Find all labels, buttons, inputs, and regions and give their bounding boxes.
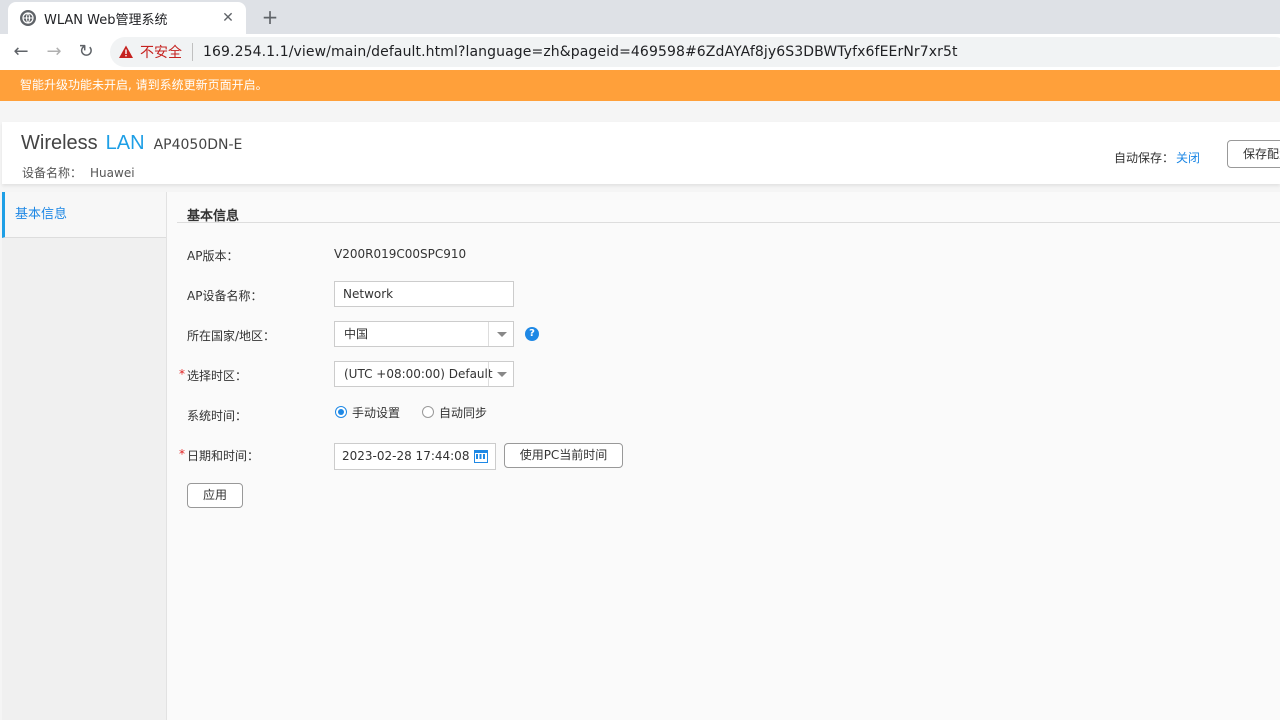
address-bar[interactable]: 不安全 169.254.1.1/view/main/default.html?l…	[110, 37, 1280, 67]
brand-logo: Wireless LAN AP4050DN-E	[21, 132, 242, 155]
device-name-value: Huawei	[90, 166, 135, 180]
back-icon[interactable]: ←	[9, 40, 33, 64]
use-pc-time-button[interactable]: 使用PC当前时间	[504, 443, 623, 468]
forward-icon[interactable]: →	[42, 40, 66, 64]
browser-tab-bar: WLAN Web管理系统 ✕ +	[0, 0, 1280, 34]
datetime-label-text: 日期和时间：	[187, 449, 260, 463]
brand-wireless: Wireless	[21, 132, 98, 154]
timezone-select[interactable]: (UTC +08:00:00) Default	[334, 361, 514, 387]
brand-lan: LAN	[105, 132, 145, 154]
notice-banner: 智能升级功能未开启, 请到系统更新页面开启。	[0, 70, 1280, 101]
autosave-status: 自动保存： 关闭	[1114, 149, 1200, 166]
sidebar-item-basic-info[interactable]: 基本信息	[2, 192, 166, 238]
ap-version-value: V200R019C00SPC910	[334, 247, 467, 261]
autosave-label: 自动保存：	[1114, 151, 1175, 165]
browser-tab[interactable]: WLAN Web管理系统 ✕	[8, 2, 246, 34]
calendar-icon[interactable]	[474, 450, 488, 463]
url-text[interactable]: 169.254.1.1/view/main/default.html?langu…	[203, 44, 958, 60]
device-name-label: 设备名称：	[22, 166, 83, 180]
ap-name-input[interactable]: Network	[334, 281, 514, 307]
autosave-toggle-link[interactable]: 关闭	[1176, 151, 1200, 165]
ap-version-label: AP版本：	[187, 249, 239, 263]
required-mark: *	[179, 447, 185, 461]
warning-icon	[118, 44, 134, 60]
tab-title: WLAN Web管理系统	[44, 12, 168, 28]
chevron-down-icon[interactable]	[488, 322, 513, 346]
system-time-label: 系统时间：	[187, 409, 248, 423]
browser-toolbar: ← → ↻ 不安全 169.254.1.1/view/main/default.…	[0, 34, 1280, 70]
country-value: 中国	[344, 327, 369, 341]
globe-icon	[20, 10, 36, 26]
radio-auto-label[interactable]: 自动同步	[439, 404, 487, 421]
device-model: AP4050DN-E	[153, 137, 243, 153]
app-header: Wireless LAN AP4050DN-E 设备名称： Huawei 自动保存…	[2, 122, 1280, 184]
device-name: 设备名称： Huawei	[22, 164, 135, 181]
radio-auto[interactable]	[422, 406, 434, 418]
apply-button[interactable]: 应用	[187, 483, 243, 508]
required-mark: *	[179, 367, 185, 381]
country-select[interactable]: 中国	[334, 321, 514, 347]
timezone-label-text: 选择时区：	[187, 369, 248, 383]
new-tab-icon[interactable]: +	[259, 6, 281, 28]
close-icon[interactable]: ✕	[220, 10, 236, 26]
help-icon[interactable]: ?	[525, 327, 539, 341]
sidebar: 基本信息	[2, 192, 167, 720]
ap-name-label: AP设备名称：	[187, 289, 263, 303]
chevron-down-icon[interactable]	[488, 362, 513, 386]
radio-manual-label[interactable]: 手动设置	[352, 404, 400, 421]
timezone-label: * 选择时区：	[179, 367, 248, 384]
save-config-button[interactable]: 保存配置	[1227, 140, 1280, 168]
reload-icon[interactable]: ↻	[74, 40, 98, 64]
datetime-label: * 日期和时间：	[179, 447, 260, 464]
timezone-value: (UTC +08:00:00) Default	[344, 367, 493, 381]
main-content: 基本信息 AP版本： V200R019C00SPC910 AP设备名称： Net…	[167, 192, 1280, 720]
divider	[177, 222, 1280, 223]
divider	[192, 43, 193, 61]
security-label[interactable]: 不安全	[140, 42, 182, 62]
datetime-value: 2023-02-28 17:44:08	[342, 449, 470, 463]
datetime-input[interactable]: 2023-02-28 17:44:08	[334, 443, 496, 470]
country-label: 所在国家/地区：	[187, 329, 276, 343]
radio-manual[interactable]	[335, 406, 347, 418]
